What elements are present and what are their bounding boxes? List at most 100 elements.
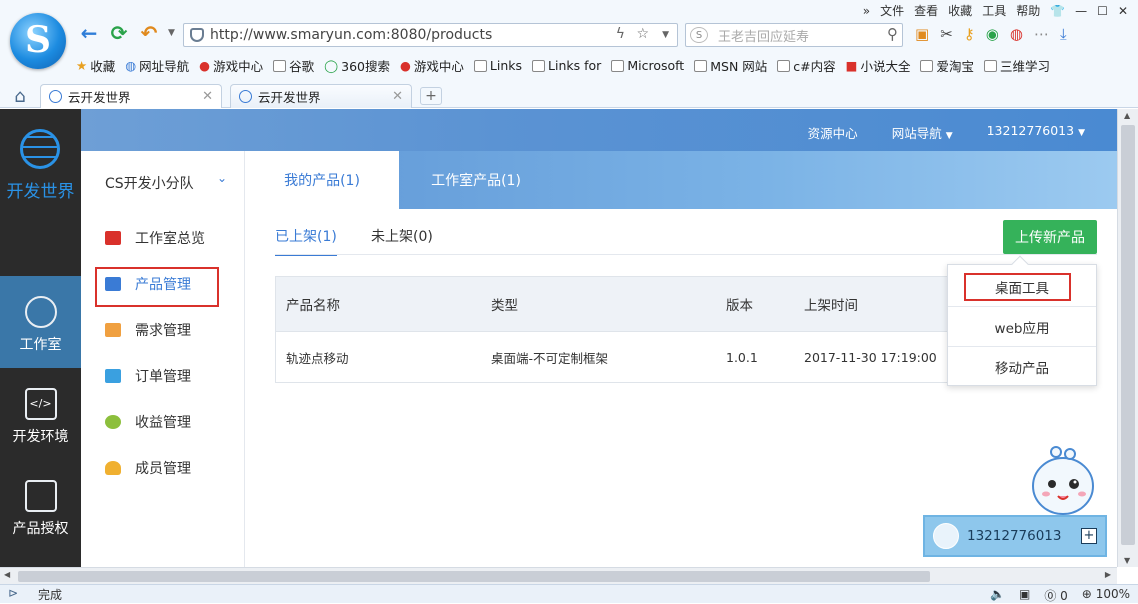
app-icon[interactable]: ◉: [986, 25, 999, 43]
subtab-divider: [275, 254, 1097, 255]
scroll-right-icon[interactable]: ▶: [1105, 570, 1111, 579]
maximize-icon[interactable]: ☐: [1097, 4, 1108, 18]
double-chevron-icon[interactable]: »: [863, 4, 870, 18]
upload-product-button[interactable]: 上传新产品: [1003, 220, 1097, 254]
undo-icon[interactable]: ↶: [138, 21, 160, 45]
menu-studio-overview[interactable]: 工作室总览: [105, 225, 205, 251]
bookmark-item[interactable]: 谷歌: [273, 56, 314, 75]
more-icon[interactable]: ⋯: [1034, 25, 1049, 43]
app-logo[interactable]: 开发世界: [0, 109, 81, 275]
status-toggle-icon[interactable]: ⊳: [8, 586, 18, 600]
option-web-app[interactable]: web应用: [948, 307, 1096, 347]
resource-center-link[interactable]: 资源中心: [808, 123, 858, 142]
bookmark-item[interactable]: Links for: [532, 58, 601, 73]
bookmark-item[interactable]: 三维学习: [983, 56, 1050, 75]
bookmark-item[interactable]: ★ 收藏: [76, 56, 115, 75]
subtab-listed[interactable]: 已上架(1): [275, 226, 337, 256]
scroll-down-icon[interactable]: ▼: [1124, 556, 1130, 565]
download-icon[interactable]: ⤓: [1060, 25, 1067, 43]
key-icon[interactable]: ⚷: [964, 25, 975, 43]
sidebar-item-dev-env[interactable]: </> 开发环境: [0, 368, 81, 460]
menu-member-management[interactable]: 成员管理: [105, 455, 191, 481]
back-icon[interactable]: ←: [78, 21, 100, 45]
menu-file[interactable]: 文件: [880, 2, 904, 19]
weibo-icon[interactable]: ◍: [1010, 25, 1023, 43]
menu-product-management[interactable]: 产品管理: [105, 271, 191, 297]
scroll-thumb[interactable]: [18, 571, 930, 582]
status-text: 完成: [38, 587, 63, 602]
browser-tab[interactable]: 云开发世界 ✕: [40, 84, 222, 108]
volume-icon[interactable]: 🔈: [990, 587, 1005, 604]
horizontal-scrollbar[interactable]: ◀ ▶: [0, 567, 1117, 584]
address-bar[interactable]: http://www.smaryun.com:8080/products ϟ ☆…: [183, 23, 678, 47]
minimize-icon[interactable]: —: [1075, 4, 1087, 18]
home-icon[interactable]: ⌂: [0, 84, 40, 108]
skin-icon[interactable]: 👕: [1050, 4, 1065, 18]
new-tab-button[interactable]: +: [420, 87, 442, 105]
status-counter[interactable]: ⓪ 0: [1044, 587, 1067, 604]
person-icon: [105, 461, 121, 475]
bookmark-item[interactable]: c#内容: [777, 56, 836, 75]
menu-view[interactable]: 查看: [914, 2, 938, 19]
option-mobile-product[interactable]: 移动产品: [948, 347, 1096, 387]
sidebar-item-label: 开发环境: [12, 429, 69, 445]
site-nav-dropdown[interactable]: 网站导航 ▼: [892, 123, 953, 142]
sidebar-item-studio[interactable]: 工作室: [0, 276, 81, 368]
scroll-thumb[interactable]: [1121, 125, 1135, 545]
product-tabs: 我的产品(1) 工作室产品(1): [245, 151, 1117, 209]
chat-widget[interactable]: 13212776013 +: [923, 515, 1107, 557]
menu-tools[interactable]: 工具: [982, 2, 1006, 19]
user-menu[interactable]: 13212776013 ▼: [987, 123, 1085, 142]
scroll-left-icon[interactable]: ◀: [4, 570, 10, 579]
refresh-icon[interactable]: ⟳: [108, 21, 130, 45]
lightning-icon[interactable]: ϟ: [616, 26, 625, 42]
grid-icon: [105, 277, 121, 291]
screenshot-icon[interactable]: ▣: [1019, 587, 1030, 604]
subtab-unlisted[interactable]: 未上架(0): [371, 226, 433, 246]
menu-requirement-management[interactable]: 需求管理: [105, 317, 191, 343]
bookmark-item[interactable]: Links: [473, 58, 522, 73]
sidebar-item-license[interactable]: 产品授权: [0, 460, 81, 552]
bookmark-item[interactable]: 爱淘宝: [920, 56, 974, 75]
tab-title: 云开发世界: [258, 90, 321, 105]
address-url: http://www.smaryun.com:8080/products: [210, 27, 493, 43]
menu-help[interactable]: 帮助: [1016, 2, 1040, 19]
col-product-name: 产品名称: [286, 298, 340, 314]
search-icon[interactable]: ⚲: [887, 25, 898, 43]
mascot-icon[interactable]: [1030, 444, 1096, 520]
bookmark-item[interactable]: ◍ 网址导航: [125, 56, 189, 75]
menu-order-management[interactable]: 订单管理: [105, 363, 191, 389]
bookmark-item[interactable]: Microsoft: [611, 58, 684, 73]
vertical-scrollbar[interactable]: ▲ ▼: [1117, 109, 1138, 567]
menu-revenue-management[interactable]: 收益管理: [105, 409, 191, 435]
search-engine-icon[interactable]: S: [690, 27, 708, 43]
cell-type: 桌面端-不可定制框架: [491, 350, 609, 366]
scroll-up-icon[interactable]: ▲: [1124, 111, 1130, 120]
bookmark-item[interactable]: ■ 小说大全: [846, 56, 911, 75]
close-tab-icon[interactable]: ✕: [202, 89, 213, 104]
close-tab-icon[interactable]: ✕: [392, 89, 403, 104]
browser-tab[interactable]: 云开发世界 ✕: [230, 84, 412, 108]
bookmark-item[interactable]: ● 游戏中心: [400, 56, 464, 75]
close-window-icon[interactable]: ✕: [1118, 4, 1128, 18]
search-box[interactable]: S 王老吉回应延寿 ⚲: [685, 23, 903, 47]
tab-my-products[interactable]: 我的产品(1): [245, 151, 399, 209]
scissors-icon[interactable]: ✂: [940, 25, 953, 43]
team-switch-icon[interactable]: ⌄: [217, 171, 227, 185]
expand-chat-icon[interactable]: +: [1081, 528, 1097, 544]
undo-dropdown-icon[interactable]: ▼: [168, 28, 175, 38]
bookmark-item[interactable]: ◯ 360搜索: [324, 56, 390, 75]
bookmark-item[interactable]: MSN 网站: [694, 56, 767, 75]
zoom-level[interactable]: ⊕ 100%: [1082, 587, 1130, 604]
nav-buttons: ← ⟳ ↶ ▼: [78, 21, 175, 45]
option-desktop-tool[interactable]: 桌面工具: [948, 267, 1096, 307]
extension-icon[interactable]: ▣: [915, 25, 929, 43]
tab-studio-products[interactable]: 工作室产品(1): [399, 151, 553, 209]
bookmark-item[interactable]: ● 游戏中心: [199, 56, 263, 75]
search-placeholder: 王老吉回应延寿: [718, 29, 810, 45]
caret-down-icon: ▼: [1078, 128, 1085, 138]
sidebar-item-label: 产品授权: [12, 521, 69, 537]
menu-favorites[interactable]: 收藏: [948, 2, 972, 19]
star-icon[interactable]: ☆: [636, 26, 649, 42]
address-dropdown-icon[interactable]: ▼: [662, 30, 669, 40]
